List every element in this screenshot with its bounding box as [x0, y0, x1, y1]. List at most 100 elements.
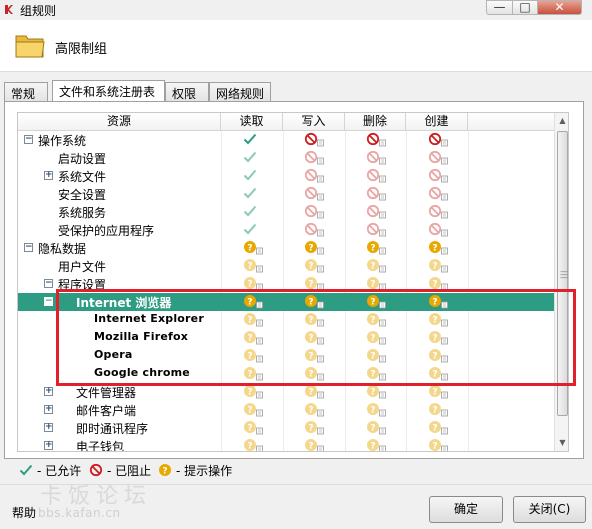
question-icon: ?	[244, 421, 263, 435]
permission-cell[interactable]: ?	[428, 420, 450, 436]
permission-cell[interactable]	[243, 186, 265, 202]
question-icon: ?	[429, 403, 448, 417]
close-window-button[interactable]: ✕	[537, 0, 582, 15]
tab-network-rules[interactable]: 网络规则	[209, 82, 271, 101]
column-header-create[interactable]: 创建	[406, 113, 468, 131]
permission-cell[interactable]	[304, 168, 326, 184]
permission-cell[interactable]	[366, 132, 388, 148]
permission-cell[interactable]: ?	[366, 240, 388, 256]
permission-cell[interactable]	[428, 132, 450, 148]
permission-cell[interactable]	[428, 168, 450, 184]
permission-cell[interactable]: ?	[243, 420, 265, 436]
permission-cell[interactable]: ?	[243, 384, 265, 400]
permission-cell[interactable]: ?	[428, 384, 450, 400]
table-row[interactable]: 安全设置	[18, 185, 554, 203]
tab-permissions[interactable]: 权限	[165, 82, 209, 101]
tab-general[interactable]: 常规	[4, 82, 48, 101]
help-link[interactable]: 帮助	[12, 504, 36, 521]
permission-cell[interactable]	[366, 204, 388, 220]
permission-cell[interactable]: ?	[243, 258, 265, 274]
permission-cell[interactable]	[304, 150, 326, 166]
table-row[interactable]: − 操作系统	[18, 131, 554, 149]
check-icon	[243, 205, 257, 217]
grip-icon: — — —	[560, 267, 568, 282]
permission-cell[interactable]	[243, 204, 265, 220]
permission-cell[interactable]	[428, 150, 450, 166]
permission-cell[interactable]: ?	[366, 258, 388, 274]
expand-icon[interactable]: +	[44, 423, 53, 432]
table-row[interactable]: 用户文件????	[18, 257, 554, 275]
permission-cell[interactable]: ?	[304, 438, 326, 451]
collapse-icon[interactable]: −	[24, 135, 33, 144]
table-row[interactable]: + 电子钱包????	[18, 437, 554, 452]
permission-cell[interactable]: ?	[243, 402, 265, 418]
permission-cell[interactable]	[243, 168, 265, 184]
minimize-button[interactable]: —	[486, 0, 513, 15]
table-row[interactable]: − 隐私数据????	[18, 239, 554, 257]
column-header-delete[interactable]: 删除	[345, 113, 406, 131]
vertical-scrollbar[interactable]: ▲ — — — ▼	[554, 113, 568, 451]
permission-cell[interactable]	[366, 168, 388, 184]
table-row[interactable]: 系统服务	[18, 203, 554, 221]
expand-icon[interactable]: +	[44, 171, 53, 180]
column-header-resource[interactable]: 资源	[18, 113, 221, 131]
table-row[interactable]: + 即时通讯程序????	[18, 419, 554, 437]
svg-text:?: ?	[370, 442, 375, 452]
table-row[interactable]: + 邮件客户端????	[18, 401, 554, 419]
permission-cell[interactable]: ?	[366, 384, 388, 400]
close-button[interactable]: 关闭(C)	[513, 496, 586, 523]
svg-text:?: ?	[432, 388, 437, 398]
permission-cell[interactable]	[243, 132, 265, 148]
permission-cell[interactable]: ?	[243, 438, 265, 451]
permission-cell[interactable]: ?	[304, 240, 326, 256]
permission-cell[interactable]	[428, 222, 450, 238]
table-row[interactable]: 受保护的应用程序	[18, 221, 554, 239]
permission-cell[interactable]: ?	[304, 258, 326, 274]
check-icon	[243, 133, 257, 145]
expand-icon[interactable]: +	[44, 387, 53, 396]
permission-cell[interactable]	[366, 186, 388, 202]
column-header-read[interactable]: 读取	[221, 113, 283, 131]
permission-cell[interactable]: ?	[428, 240, 450, 256]
ok-button[interactable]: 确定	[429, 496, 503, 523]
permission-cell[interactable]: ?	[243, 240, 265, 256]
expand-icon[interactable]: +	[44, 405, 53, 414]
svg-text:?: ?	[370, 280, 375, 290]
permission-cell[interactable]	[428, 204, 450, 220]
collapse-icon[interactable]: −	[44, 279, 53, 288]
column-header-write[interactable]: 写入	[283, 113, 345, 131]
permission-cell[interactable]: ?	[304, 402, 326, 418]
permission-cell[interactable]: ?	[428, 438, 450, 451]
scroll-up-icon[interactable]: ▲	[555, 113, 568, 128]
permission-cell[interactable]: ?	[366, 420, 388, 436]
collapse-icon[interactable]: −	[24, 243, 33, 252]
permission-cell[interactable]: ?	[366, 402, 388, 418]
permission-cell[interactable]	[304, 222, 326, 238]
svg-text:?: ?	[247, 424, 252, 434]
permission-cell[interactable]	[243, 150, 265, 166]
permission-cell[interactable]	[366, 150, 388, 166]
expand-icon[interactable]: +	[44, 441, 53, 450]
row-label: 邮件客户端	[76, 404, 137, 418]
permission-cell[interactable]	[304, 186, 326, 202]
permission-cell[interactable]	[304, 132, 326, 148]
question-icon: ?	[429, 259, 448, 273]
collapse-icon[interactable]: −	[44, 297, 53, 306]
permission-cell[interactable]: ?	[428, 402, 450, 418]
permission-cell[interactable]: ?	[304, 384, 326, 400]
question-icon: ?	[429, 421, 448, 435]
permission-cell[interactable]: ?	[428, 258, 450, 274]
permission-cell[interactable]	[428, 186, 450, 202]
permission-cell[interactable]: ?	[366, 438, 388, 452]
svg-text:?: ?	[308, 262, 313, 272]
permission-cell[interactable]	[304, 204, 326, 220]
permission-cell[interactable]	[243, 222, 265, 238]
table-row[interactable]: + 系统文件	[18, 167, 554, 185]
permission-cell[interactable]	[366, 222, 388, 238]
scroll-down-icon[interactable]: ▼	[555, 435, 568, 450]
permission-cell[interactable]: ?	[304, 420, 326, 436]
table-row[interactable]: 启动设置	[18, 149, 554, 167]
maximize-button[interactable]: □	[512, 0, 538, 15]
tab-files-registry[interactable]: 文件和系统注册表	[52, 80, 165, 101]
block-icon	[428, 222, 448, 237]
